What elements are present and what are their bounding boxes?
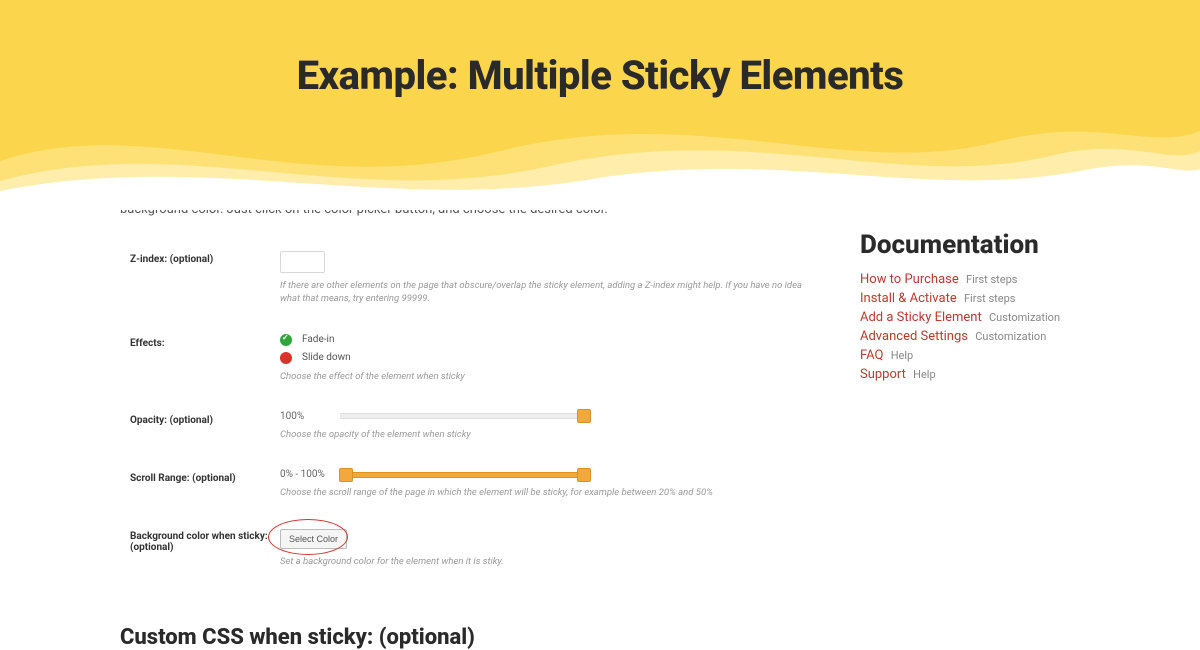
scroll-slider[interactable] [340,472,590,478]
sidebar-link-advanced[interactable]: Advanced Settings [860,329,968,344]
setting-zindex: Z-index: (optional) If there are other e… [130,250,810,306]
sidebar-category: First steps [966,273,1017,286]
sidebar-item: How to Purchase First steps [860,272,1160,287]
custom-css-heading: Custom CSS when sticky: (optional) [120,625,820,650]
sidebar: Documentation How to Purchase First step… [860,200,1160,650]
effect-option-slidedown[interactable]: Slide down [280,352,810,364]
sidebar-link-add-sticky[interactable]: Add a Sticky Element [860,310,982,325]
bgcolor-label: Background color when sticky: (optional) [130,527,280,568]
sidebar-item: Add a Sticky Element Customization [860,310,1160,325]
opacity-slider[interactable] [340,413,590,419]
zindex-label: Z-index: (optional) [130,250,280,306]
setting-opacity: Opacity: (optional) 100% Choose the opac… [130,411,810,441]
sidebar-item: FAQ Help [860,348,1160,363]
settings-panel: Z-index: (optional) If there are other e… [120,240,820,607]
setting-effects: Effects: Fade-in Slide down Choose the e… [130,334,810,383]
sidebar-category: First steps [964,292,1015,305]
opacity-label: Opacity: (optional) [130,411,280,441]
sidebar-link-faq[interactable]: FAQ [860,348,883,363]
opacity-value: 100% [280,411,340,422]
sidebar-category: Customization [975,330,1046,343]
sidebar-category: Help [913,368,936,381]
page-title: Example: Multiple Sticky Elements [0,0,1200,99]
sidebar-item: Advanced Settings Customization [860,329,1160,344]
radio-selected-icon [280,334,292,346]
sidebar-title: Documentation [860,230,1160,260]
opacity-hint: Choose the opacity of the element when s… [280,428,810,441]
setting-scrollrange: Scroll Range: (optional) 0% - 100% Choos… [130,469,810,499]
hero-banner: Example: Multiple Sticky Elements [0,0,1200,210]
effects-label: Effects: [130,334,280,383]
setting-bgcolor: Background color when sticky: (optional)… [130,527,810,568]
main-content: background color. Just click on the colo… [120,200,820,650]
sidebar-link-support[interactable]: Support [860,367,906,382]
scroll-label: Scroll Range: (optional) [130,469,280,499]
radio-label: Fade-in [302,334,334,345]
sidebar-item: Support Help [860,367,1160,382]
effects-hint: Choose the effect of the element when st… [280,370,810,383]
zindex-hint: If there are other elements on the page … [280,279,810,306]
sidebar-category: Customization [989,311,1060,324]
sidebar-link-install[interactable]: Install & Activate [860,291,957,306]
scroll-hint: Choose the scroll range of the page in w… [280,486,810,499]
sidebar-item: Install & Activate First steps [860,291,1160,306]
bgcolor-hint: Set a background color for the element w… [280,555,810,568]
zindex-input[interactable] [280,251,325,273]
radio-unselected-icon [280,352,292,364]
scroll-value: 0% - 100% [280,469,340,480]
effect-option-fadein[interactable]: Fade-in [280,334,810,346]
sidebar-link-purchase[interactable]: How to Purchase [860,272,959,287]
radio-label: Slide down [302,352,351,363]
hero-wave-icon [0,91,1200,210]
sidebar-category: Help [891,349,914,362]
select-color-button[interactable]: Select Color [280,529,347,549]
